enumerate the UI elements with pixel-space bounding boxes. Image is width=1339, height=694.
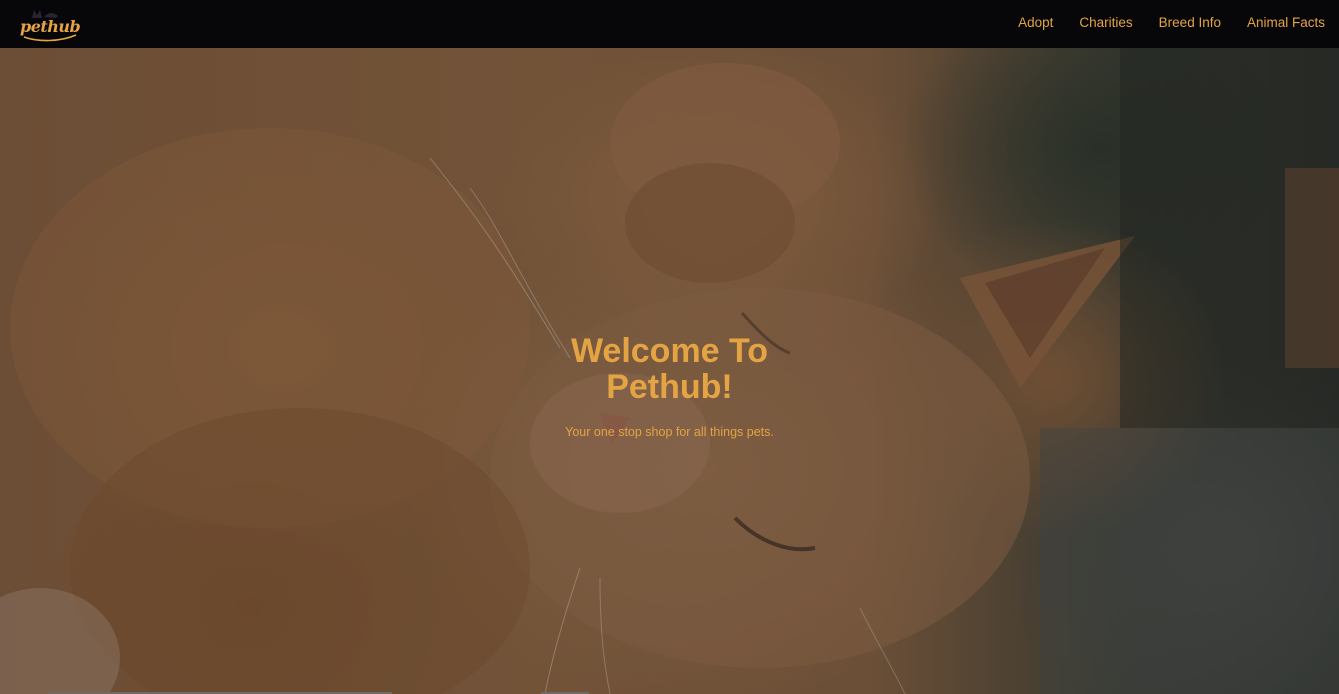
hero-subtitle: Your one stop shop for all things pets. (565, 425, 774, 439)
pethub-logo[interactable]: pethub (18, 4, 81, 42)
nav-adopt[interactable]: Adopt (1018, 15, 1053, 30)
hero-content: Welcome To Pethub! Your one stop shop fo… (0, 333, 1339, 439)
nav-animal-facts[interactable]: Animal Facts (1247, 15, 1325, 30)
logo-text: pethub (20, 17, 81, 36)
nav-breed-info[interactable]: Breed Info (1159, 15, 1221, 30)
hero-title: Welcome To Pethub! (570, 332, 769, 406)
nav-charities[interactable]: Charities (1079, 15, 1132, 30)
top-navbar: pethub Adopt Charities Breed Info Animal… (0, 0, 1339, 48)
main-nav: Adopt Charities Breed Info Animal Facts (992, 15, 1325, 30)
hero-section: Welcome To Pethub! Your one stop shop fo… (0, 48, 1339, 694)
